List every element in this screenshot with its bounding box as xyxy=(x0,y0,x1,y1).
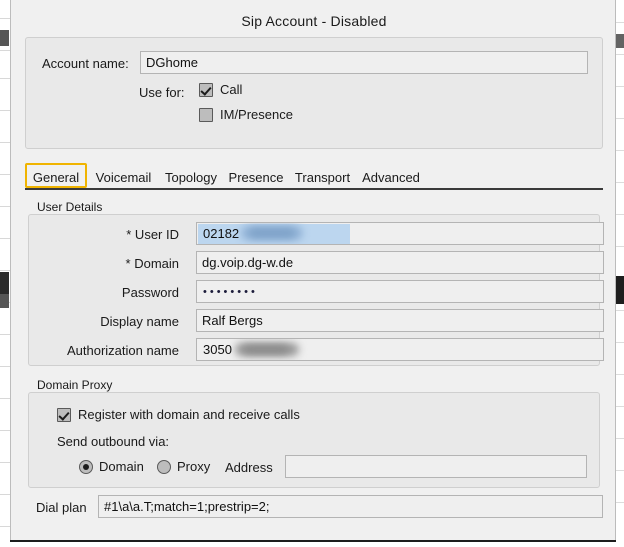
proxy-address-label: Address xyxy=(225,460,273,475)
tab-voicemail[interactable]: Voicemail xyxy=(89,163,158,188)
route-option-domain-label: Domain xyxy=(99,459,144,474)
radio-unselected-icon xyxy=(157,459,171,474)
tab-advanced[interactable]: Advanced xyxy=(357,163,425,188)
background-scrollbar-strip[interactable] xyxy=(616,0,624,547)
password-input[interactable]: •••••••• xyxy=(196,280,604,303)
tab-general[interactable]: General xyxy=(25,163,87,188)
user-id-label: * User ID xyxy=(126,227,179,242)
domain-proxy-group-label: Domain Proxy xyxy=(37,378,113,392)
checkbox-checked-icon xyxy=(57,407,71,422)
use-for-call-checkbox[interactable]: Call xyxy=(199,82,242,97)
password-label: Password xyxy=(121,285,179,300)
use-for-im-presence-checkbox[interactable]: IM/Presence xyxy=(199,107,293,122)
display-name-label: Display name xyxy=(100,314,179,329)
authorization-name-value: 3050 xyxy=(203,342,232,357)
use-for-call-label: Call xyxy=(220,82,243,97)
account-name-input[interactable]: DGhome xyxy=(140,51,588,74)
checkbox-checked-icon xyxy=(199,82,213,97)
user-details-group-label: User Details xyxy=(37,200,103,214)
user-id-input[interactable]: 02182 xyxy=(196,222,604,245)
page-title: Sip Account - Disabled xyxy=(241,13,387,29)
account-name-label: Account name: xyxy=(42,56,129,71)
send-outbound-label: Send outbound via: xyxy=(57,434,170,449)
user-id-value: 02182 xyxy=(203,226,240,241)
authorization-name-redaction-core xyxy=(243,345,289,354)
route-option-domain-radio[interactable]: Domain xyxy=(79,459,144,474)
tab-underline xyxy=(25,188,603,190)
authorization-name-input[interactable]: 3050 xyxy=(196,338,604,361)
account-section: Account name: DGhome Use for: Call IM/Pr… xyxy=(25,37,603,149)
register-with-domain-label: Register with domain and receive calls xyxy=(78,407,300,422)
proxy-address-input[interactable] xyxy=(285,455,587,478)
domain-input[interactable]: dg.voip.dg-w.de xyxy=(196,251,604,274)
dial-plan-input[interactable]: #1\a\a.T;match=1;prestrip=2; xyxy=(98,495,603,518)
radio-selected-icon xyxy=(79,459,93,474)
route-option-proxy-label: Proxy xyxy=(177,459,211,474)
checkbox-unchecked-icon xyxy=(199,107,213,122)
dialog-bottom-fill xyxy=(10,542,616,547)
user-details-group: * User ID 02182 * Domain dg.voip.dg-w.de… xyxy=(28,214,604,366)
tab-transport[interactable]: Transport xyxy=(289,163,356,188)
user-id-redaction-core xyxy=(249,228,295,238)
sip-account-dialog: Sip Account - Disabled Account name: DGh… xyxy=(10,0,616,540)
register-with-domain-checkbox[interactable]: Register with domain and receive calls xyxy=(57,407,300,422)
authorization-name-label: Authorization name xyxy=(66,343,179,358)
password-masked-value: •••••••• xyxy=(203,286,258,298)
tab-bar: General Voicemail Topology Presence Tran… xyxy=(25,163,603,191)
use-for-label: Use for: xyxy=(139,85,185,100)
tab-topology[interactable]: Topology xyxy=(159,163,223,188)
route-option-proxy-radio[interactable]: Proxy xyxy=(157,459,210,474)
display-name-input[interactable]: Ralf Bergs xyxy=(196,309,604,332)
domain-label: * Domain xyxy=(125,256,179,271)
dial-plan-label: Dial plan xyxy=(36,500,87,515)
background-left-strip xyxy=(0,0,10,547)
use-for-im-presence-label: IM/Presence xyxy=(220,107,293,122)
tab-presence[interactable]: Presence xyxy=(224,163,288,188)
domain-proxy-group: Register with domain and receive calls S… xyxy=(28,392,600,488)
